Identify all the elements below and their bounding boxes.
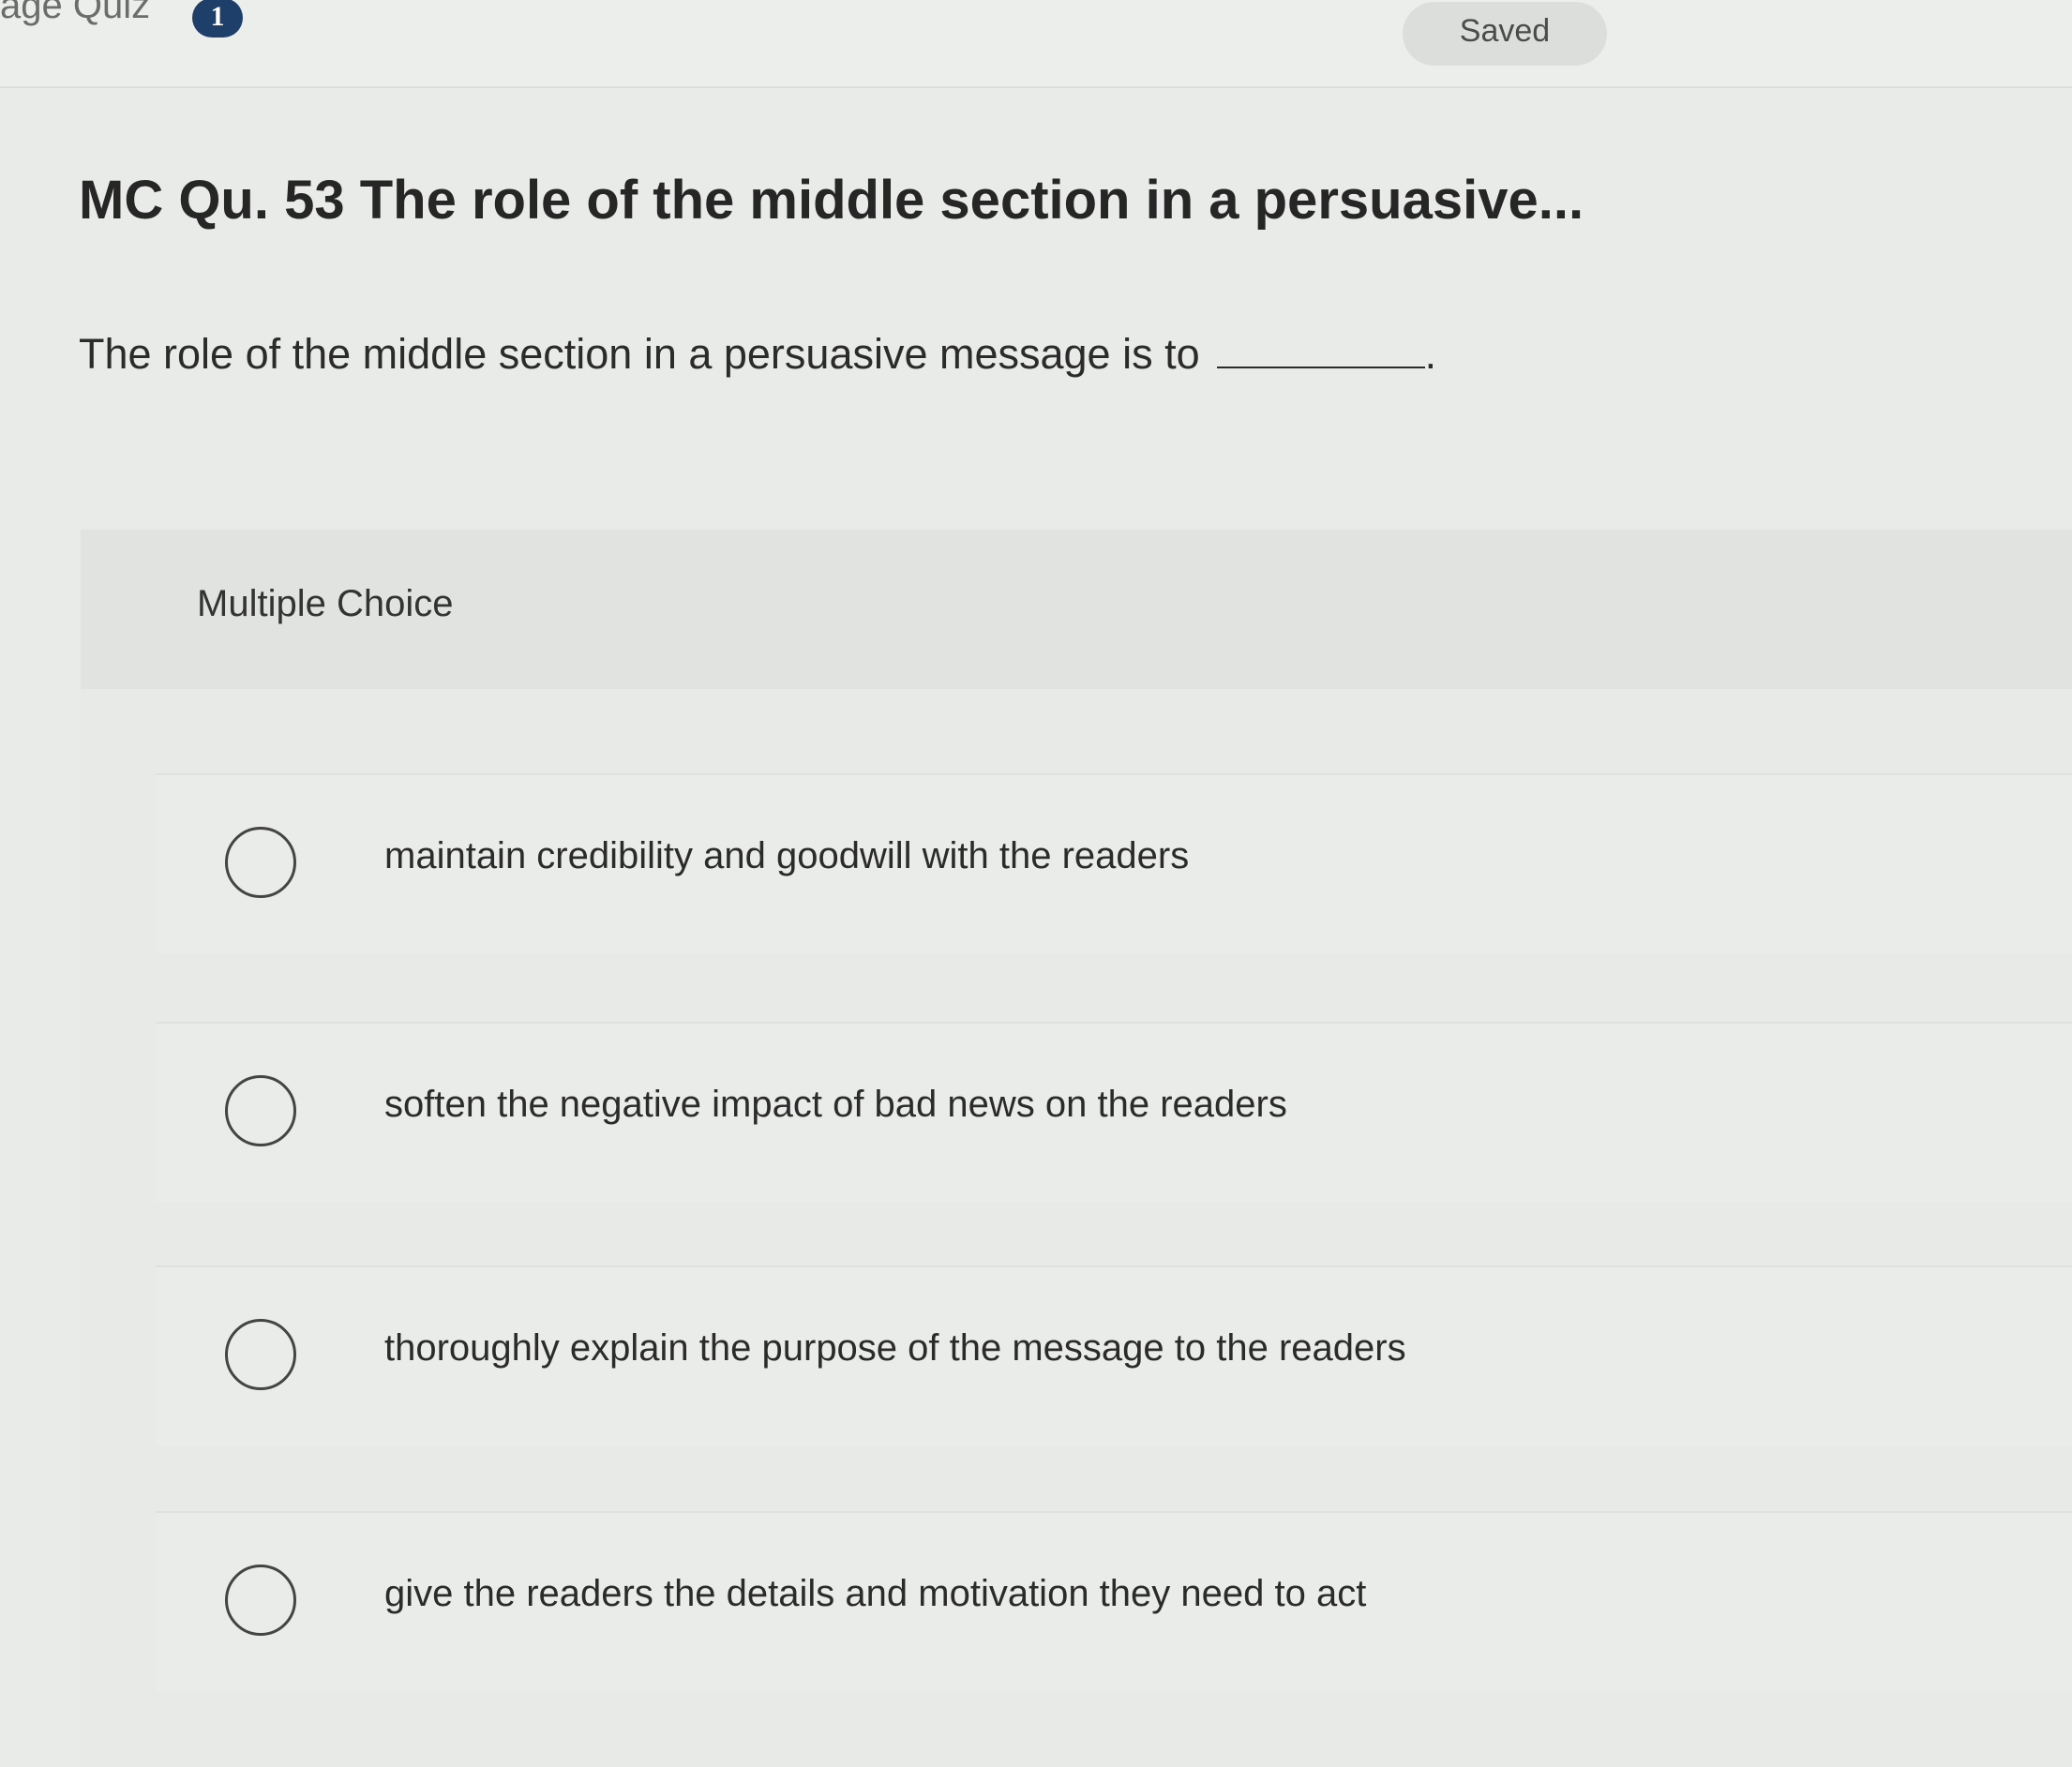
notification-badge[interactable]: 1 [192,0,243,37]
question-title: MC Qu. 53 The role of the middle section… [79,170,1584,231]
radio-button-icon[interactable] [225,827,296,898]
radio-button-icon[interactable] [225,1319,296,1390]
question-prompt-text: The role of the middle section in a pers… [79,330,1200,378]
choice-label: soften the negative impact of bad news o… [384,1084,1287,1125]
choice-label: thoroughly explain the purpose of the me… [384,1327,1406,1369]
question-type-label: Multiple Choice [197,583,454,624]
choice-option-c[interactable]: thoroughly explain the purpose of the me… [156,1265,2072,1445]
choice-label: give the readers the details and motivat… [384,1573,1367,1614]
radio-button-icon[interactable] [225,1565,296,1636]
choice-option-a[interactable]: maintain credibility and goodwill with t… [156,773,2072,953]
question-prompt: The role of the middle section in a pers… [79,330,1436,379]
choice-label: maintain credibility and goodwill with t… [384,835,1190,876]
quiz-header: age Quiz 1 Saved [0,0,2072,88]
answer-blank [1216,335,1425,368]
saved-status-button[interactable]: Saved [1403,2,1607,66]
radio-button-icon[interactable] [225,1075,296,1146]
quiz-title: age Quiz [0,0,151,26]
choice-option-d[interactable]: give the readers the details and motivat… [156,1511,2072,1691]
question-prompt-end: . [1424,330,1437,378]
choice-option-b[interactable]: soften the negative impact of bad news o… [156,1022,2072,1202]
